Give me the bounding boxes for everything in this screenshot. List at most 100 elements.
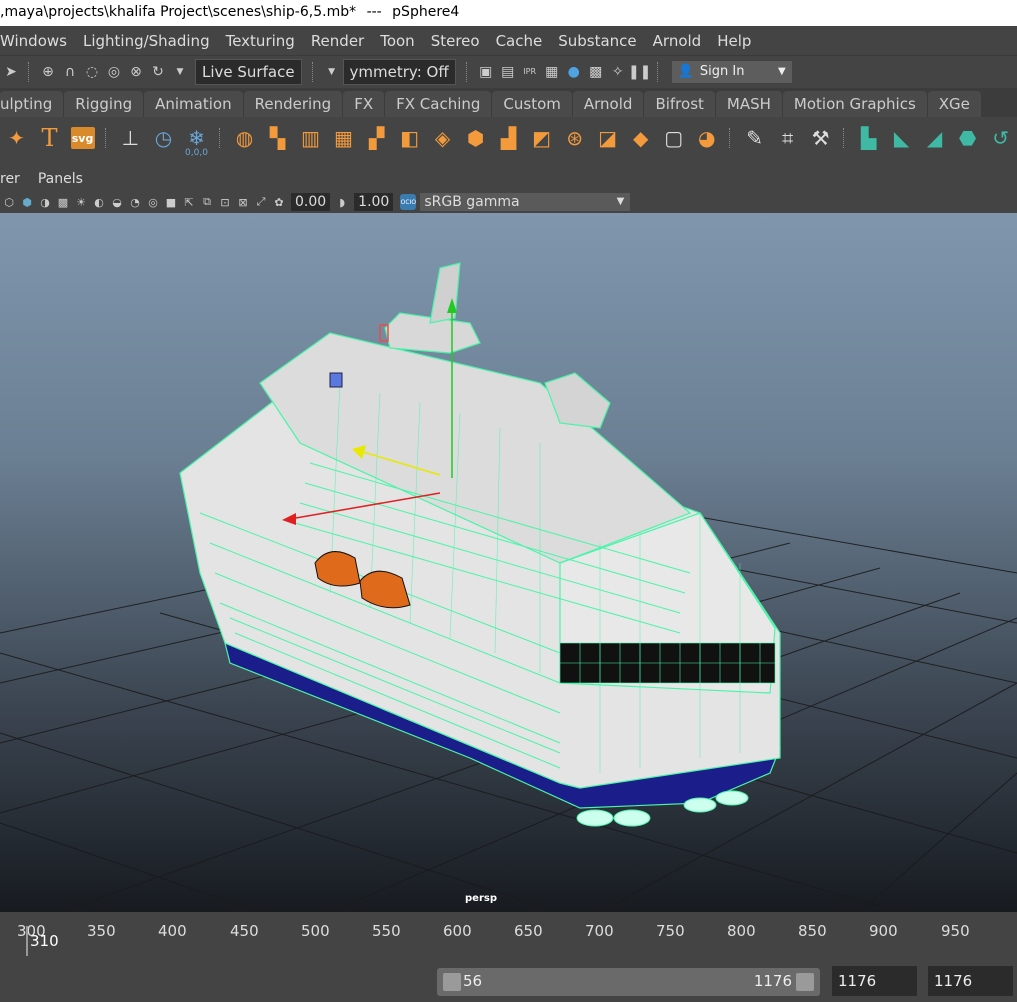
chevron-down-icon[interactable]: ▼ <box>172 64 188 80</box>
slice-icon[interactable]: ◪ <box>594 124 621 152</box>
snap-grid-icon[interactable]: ⊕ <box>40 64 56 80</box>
wheel-icon[interactable]: ⊛ <box>561 124 588 152</box>
menu-renderer[interactable]: rer <box>0 171 29 187</box>
tab-xgen[interactable]: XGe <box>927 91 981 117</box>
tab-animation[interactable]: Animation <box>144 91 243 117</box>
xray-icon[interactable]: ⇱ <box>182 195 196 209</box>
resolution-gate-icon[interactable]: ⊠ <box>236 195 250 209</box>
range-slider[interactable]: 56 1176 <box>437 968 820 996</box>
symmetry-field[interactable]: ymmetry: Off <box>342 58 456 85</box>
motion-blur-icon[interactable]: ◔ <box>128 195 142 209</box>
range-end-handle[interactable] <box>796 973 814 991</box>
bevel-icon[interactable]: ◧ <box>396 124 423 152</box>
tab-bifrost[interactable]: Bifrost <box>644 91 715 117</box>
tab-sculpting[interactable]: ulpting <box>0 91 64 117</box>
boolean-icon[interactable]: ◩ <box>528 124 555 152</box>
mash-cube-icon[interactable]: ⬣ <box>954 124 981 152</box>
sign-in-button[interactable]: 👤 Sign In ▼ <box>671 60 792 83</box>
sparkle-star-icon[interactable]: ✦ <box>3 124 30 152</box>
grid-tiles-icon[interactable]: ▦ <box>330 124 357 152</box>
blocks-icon[interactable]: ▞ <box>363 124 390 152</box>
exposure-icon[interactable]: ✿ <box>272 195 286 209</box>
view-transform-dropdown[interactable]: sRGB gamma ▼ <box>420 193 631 211</box>
gamma-field[interactable]: 1.00 <box>354 193 394 211</box>
freeze-transform-icon[interactable]: ❄ 0,0,0 <box>183 124 210 158</box>
lights-icon[interactable]: ☀ <box>74 195 88 209</box>
ambient-occlusion-icon[interactable]: ◒ <box>110 195 124 209</box>
current-time-marker[interactable] <box>26 926 28 956</box>
render-frame-icon[interactable]: ▤ <box>500 64 516 80</box>
isolate-select-icon[interactable]: ■ <box>164 195 178 209</box>
svg-tool-icon[interactable]: svg <box>69 124 96 152</box>
menu-panels[interactable]: Panels <box>29 171 92 187</box>
menu-lighting-shading[interactable]: Lighting/Shading <box>75 32 218 50</box>
select-arrow-icon[interactable]: ➤ <box>3 64 19 80</box>
tab-custom[interactable]: Custom <box>492 91 572 117</box>
render-view-icon[interactable]: ▣ <box>478 64 494 80</box>
mash-shape-icon[interactable]: ◢ <box>921 124 948 152</box>
chevron-down-icon[interactable]: ▼ <box>324 64 340 80</box>
animation-end-field[interactable]: 1176 <box>832 966 917 996</box>
menu-windows[interactable]: Windows <box>0 32 75 50</box>
light-editor-icon[interactable]: ✧ <box>610 64 626 80</box>
snap-view-plane-icon[interactable]: ⊗ <box>128 64 144 80</box>
tab-motion-graphics[interactable]: Motion Graphics <box>782 91 927 117</box>
menu-stereo[interactable]: Stereo <box>423 32 488 50</box>
mash-create-icon[interactable]: ▙ <box>855 124 882 152</box>
menu-cache[interactable]: Cache <box>488 32 551 50</box>
gamma-icon[interactable]: ◗ <box>335 195 349 209</box>
snap-curve-icon[interactable]: ∩ <box>62 64 78 80</box>
pivot-icon[interactable]: ⊥ <box>117 124 144 152</box>
snap-point-icon[interactable]: ◌ <box>84 64 100 80</box>
anti-alias-icon[interactable]: ◎ <box>146 195 160 209</box>
mash-curve-icon[interactable]: ◣ <box>888 124 915 152</box>
exposure-field[interactable]: 0.00 <box>291 193 331 211</box>
render-settings-icon[interactable]: ▦ <box>544 64 560 80</box>
curve-edit-icon[interactable]: ✎ <box>741 124 768 152</box>
clock-delete-icon[interactable]: ◷ <box>150 124 177 152</box>
menu-arnold[interactable]: Arnold <box>645 32 710 50</box>
menu-render[interactable]: Render <box>303 32 372 50</box>
perspective-viewport[interactable]: persp <box>0 213 1017 912</box>
extrude-icon[interactable]: ▥ <box>297 124 324 152</box>
live-surface-field[interactable]: Live Surface <box>195 58 302 85</box>
menu-texturing[interactable]: Texturing <box>218 32 303 50</box>
tab-fx-caching[interactable]: FX Caching <box>385 91 492 117</box>
field-chart-icon[interactable]: ⤢ <box>254 195 268 209</box>
wireframe-cube-icon[interactable]: ⬡ <box>2 195 16 209</box>
stack-icon[interactable]: ◆ <box>627 124 654 152</box>
menu-help[interactable]: Help <box>709 32 759 50</box>
tab-rigging[interactable]: Rigging <box>64 91 144 117</box>
tab-mash[interactable]: MASH <box>715 91 782 117</box>
tab-fx[interactable]: FX <box>343 91 385 117</box>
render-setup-icon[interactable]: ▩ <box>588 64 604 80</box>
shadows-icon[interactable]: ◐ <box>92 195 106 209</box>
playback-end-field[interactable]: 1176 <box>928 966 1013 996</box>
tab-rendering[interactable]: Rendering <box>243 91 343 117</box>
wireframe-on-shaded-icon[interactable]: ◑ <box>38 195 52 209</box>
menu-toon[interactable]: Toon <box>372 32 422 50</box>
grease-pencil-icon[interactable]: ⧉ <box>200 195 214 209</box>
sculpt-brush-icon[interactable]: ⚒ <box>807 124 834 152</box>
sphere-icon[interactable]: ◍ <box>231 124 258 152</box>
lattice-icon[interactable]: ⌗ <box>774 124 801 152</box>
ipr-render-icon[interactable]: IPR <box>522 64 538 80</box>
text-tool-icon[interactable]: T <box>36 124 63 152</box>
color-management-toggle[interactable]: OCIO <box>400 194 417 210</box>
pause-icon[interactable]: ❚❚ <box>628 64 651 80</box>
cube-split-icon[interactable]: ▚ <box>264 124 291 152</box>
sphere-grid-icon[interactable]: ◕ <box>693 124 720 152</box>
menu-substance[interactable]: Substance <box>550 32 644 50</box>
smooth-shade-icon[interactable]: ⬢ <box>20 195 34 209</box>
time-slider[interactable]: 300 350 400 450 500 550 600 650 700 750 … <box>0 912 1017 962</box>
bounding-box-icon[interactable]: ▢ <box>660 124 687 152</box>
snap-projected-icon[interactable]: ◎ <box>106 64 122 80</box>
make-live-icon[interactable]: ↻ <box>150 64 166 80</box>
scatter-cubes-icon[interactable]: ▟ <box>495 124 522 152</box>
layers-icon[interactable]: ◈ <box>429 124 456 152</box>
textured-icon[interactable]: ▩ <box>56 195 70 209</box>
box-icon[interactable]: ⬢ <box>462 124 489 152</box>
camera-gate-icon[interactable]: ⊡ <box>218 195 232 209</box>
tab-arnold[interactable]: Arnold <box>572 91 644 117</box>
range-start-handle[interactable] <box>443 973 461 991</box>
